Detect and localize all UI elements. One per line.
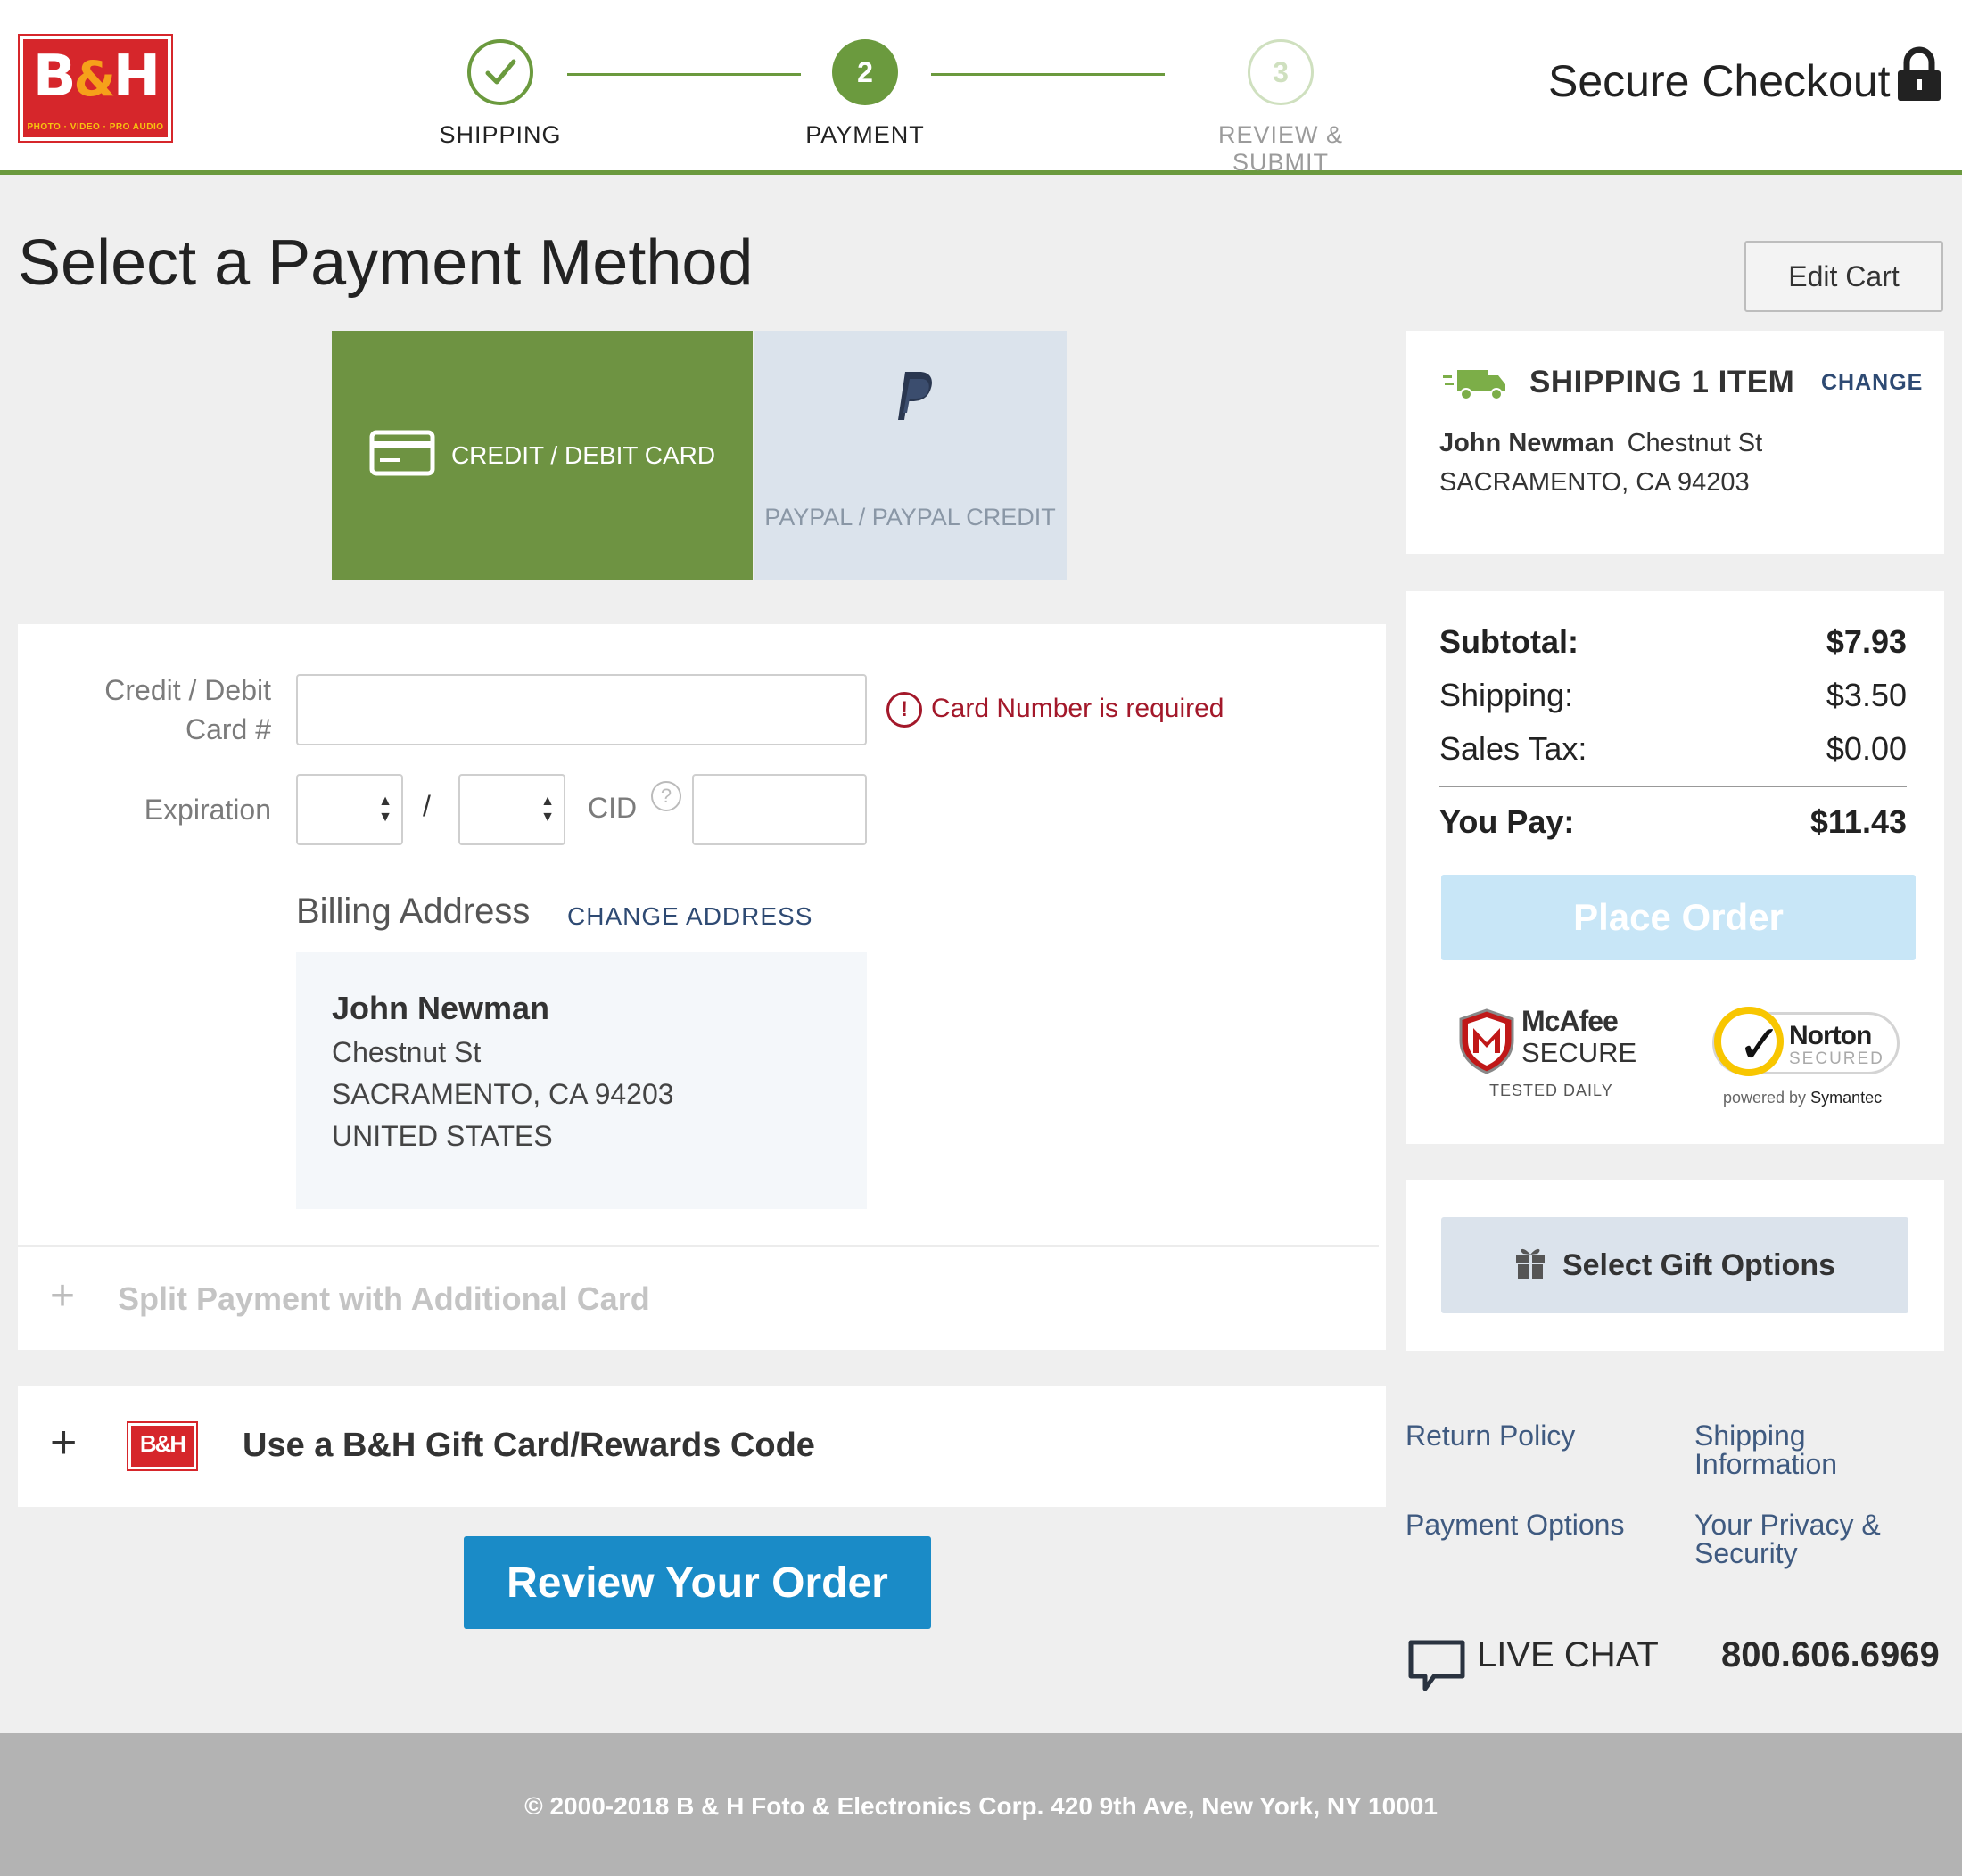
phone-number[interactable]: 800.606.6969 — [1721, 1635, 1940, 1675]
shipping-change-link[interactable]: CHANGE — [1821, 370, 1923, 396]
bh-mini-logo: B&H — [127, 1421, 198, 1471]
shipping-information-link[interactable]: Shipping Information — [1694, 1421, 1837, 1478]
secure-checkout-label: Secure Checkout — [1548, 56, 1891, 106]
tab-paypal[interactable]: PAYPAL / PAYPAL CREDIT — [754, 331, 1067, 580]
norton-powered-by: powered by Symantec — [1723, 1089, 1883, 1107]
tab-credit-debit-card[interactable]: CREDIT / DEBIT CARD — [332, 331, 753, 580]
total-row: You Pay: $11.43 — [1439, 803, 1907, 840]
billing-name: John Newman — [332, 990, 550, 1026]
card-number-input[interactable] — [296, 674, 867, 745]
sales-tax-row: Sales Tax: $0.00 — [1439, 730, 1907, 767]
mcafee-secure: SECURE — [1521, 1037, 1637, 1068]
select-arrows-icon: ▲ ▼ — [378, 794, 392, 825]
expiration-label: Expiration — [144, 794, 271, 826]
logo-text: B&H — [32, 44, 161, 110]
place-order-button[interactable]: Place Order — [1441, 875, 1916, 960]
truck-icon — [1443, 366, 1509, 407]
check-icon — [467, 39, 533, 105]
review-order-button[interactable]: Review Your Order — [464, 1536, 931, 1629]
expiration-year-select[interactable]: ▲ ▼ — [458, 774, 565, 845]
shipping-recipient: John Newman Chestnut St — [1439, 429, 1763, 457]
split-payment-label: Split Payment with Additional Card — [118, 1280, 650, 1317]
help-icon[interactable]: ? — [651, 781, 681, 811]
checkout-header: B&H PHOTO · VIDEO · PRO AUDIO SHIPPING 2… — [0, 0, 1962, 177]
norton-check-icon: ✓ — [1714, 1007, 1784, 1076]
page-title: Select a Payment Method — [18, 227, 754, 299]
shipping-cost-row: Shipping: $3.50 — [1439, 677, 1907, 713]
copyright-text: © 2000-2018 B & H Foto & Electronics Cor… — [524, 1792, 1438, 1820]
mcafee-secure-badge[interactable]: McAfee SECURE TESTED DAILY — [1452, 1003, 1648, 1101]
edit-cart-button[interactable]: Edit Cart — [1744, 241, 1943, 312]
expiration-separator: / — [423, 790, 431, 822]
bh-logo[interactable]: B&H PHOTO · VIDEO · PRO AUDIO — [18, 34, 173, 143]
gift-card-label: Use a B&H Gift Card/Rewards Code — [243, 1427, 815, 1464]
mcafee-name: McAfee — [1521, 1005, 1619, 1037]
plus-icon: + — [50, 1417, 78, 1469]
paypal-icon — [886, 366, 936, 428]
billing-address-box: John Newman Chestnut St SACRAMENTO, CA 9… — [296, 952, 867, 1209]
plus-icon: + — [50, 1272, 76, 1320]
cid-input[interactable] — [692, 774, 867, 845]
step-review: 3 REVIEW & SUBMIT — [1174, 39, 1388, 177]
card-error-message: Card Number is required — [931, 694, 1224, 723]
error-icon: ! — [886, 692, 922, 728]
site-footer: © 2000-2018 B & H Foto & Electronics Cor… — [0, 1733, 1962, 1876]
lock-icon — [1896, 46, 1942, 106]
chat-bubble-icon[interactable] — [1407, 1639, 1466, 1697]
norton-secured-badge[interactable]: ✓ Norton SECURED powered by Symantec — [1712, 1000, 1917, 1110]
card-payment-form: Credit / Debit Card # ! Card Number is r… — [18, 624, 1386, 1350]
live-chat-link[interactable]: LIVE CHAT — [1477, 1635, 1659, 1675]
billing-country: UNITED STATES — [332, 1120, 553, 1152]
norton-name: Norton — [1789, 1021, 1872, 1050]
norton-secured: SECURED — [1789, 1049, 1884, 1068]
gift-card-row[interactable]: + B&H Use a B&H Gift Card/Rewards Code — [18, 1386, 1386, 1507]
expiration-month-select[interactable]: ▲ ▼ — [296, 774, 403, 845]
billing-street: Chestnut St — [332, 1036, 482, 1068]
step-number: 3 — [1248, 39, 1314, 105]
mcafee-tested: TESTED DAILY — [1489, 1082, 1613, 1099]
step-payment: 2 PAYMENT — [758, 39, 972, 149]
gift-icon — [1514, 1244, 1546, 1288]
step-number: 2 — [832, 39, 898, 105]
credit-card-icon — [369, 430, 435, 482]
select-arrows-icon: ▲ ▼ — [540, 794, 555, 825]
summary-divider — [1439, 786, 1907, 787]
step-label: REVIEW & SUBMIT — [1217, 121, 1344, 176]
mcafee-shield-icon — [1459, 1008, 1514, 1079]
card-number-label: Credit / Debit Card # — [104, 674, 271, 745]
billing-city: SACRAMENTO, CA 94203 — [332, 1078, 674, 1110]
tab-label: PAYPAL / PAYPAL CREDIT — [764, 504, 1056, 531]
step-label: PAYMENT — [805, 121, 925, 148]
shipping-city: SACRAMENTO, CA 94203 — [1439, 468, 1750, 497]
logo-tagline: PHOTO · VIDEO · PRO AUDIO — [27, 122, 164, 132]
gift-options-card: Select Gift Options — [1406, 1180, 1944, 1351]
split-payment-row: + Split Payment with Additional Card — [18, 1245, 1379, 1350]
step-shipping[interactable]: SHIPPING — [393, 39, 607, 149]
shipping-summary-card: SHIPPING 1 ITEM CHANGE John Newman Chestn… — [1406, 331, 1944, 554]
order-summary-card: Subtotal: $7.93 Shipping: $3.50 Sales Tax:… — [1406, 591, 1944, 1144]
step-label: SHIPPING — [439, 121, 562, 148]
logo-ampersand: & — [73, 51, 116, 107]
payment-options-link[interactable]: Payment Options — [1406, 1510, 1624, 1539]
gift-options-label: Select Gift Options — [1562, 1247, 1836, 1282]
change-address-link[interactable]: CHANGE ADDRESS — [567, 902, 812, 931]
shipping-title: SHIPPING 1 ITEM — [1529, 365, 1795, 399]
tab-label: CREDIT / DEBIT CARD — [450, 441, 716, 469]
select-gift-options-button[interactable]: Select Gift Options — [1441, 1217, 1908, 1313]
privacy-security-link[interactable]: Your Privacy & Security — [1694, 1510, 1881, 1567]
return-policy-link[interactable]: Return Policy — [1406, 1421, 1575, 1450]
billing-address-title: Billing Address — [296, 892, 531, 931]
cid-label: CID — [588, 792, 638, 824]
subtotal-row: Subtotal: $7.93 — [1439, 623, 1907, 660]
